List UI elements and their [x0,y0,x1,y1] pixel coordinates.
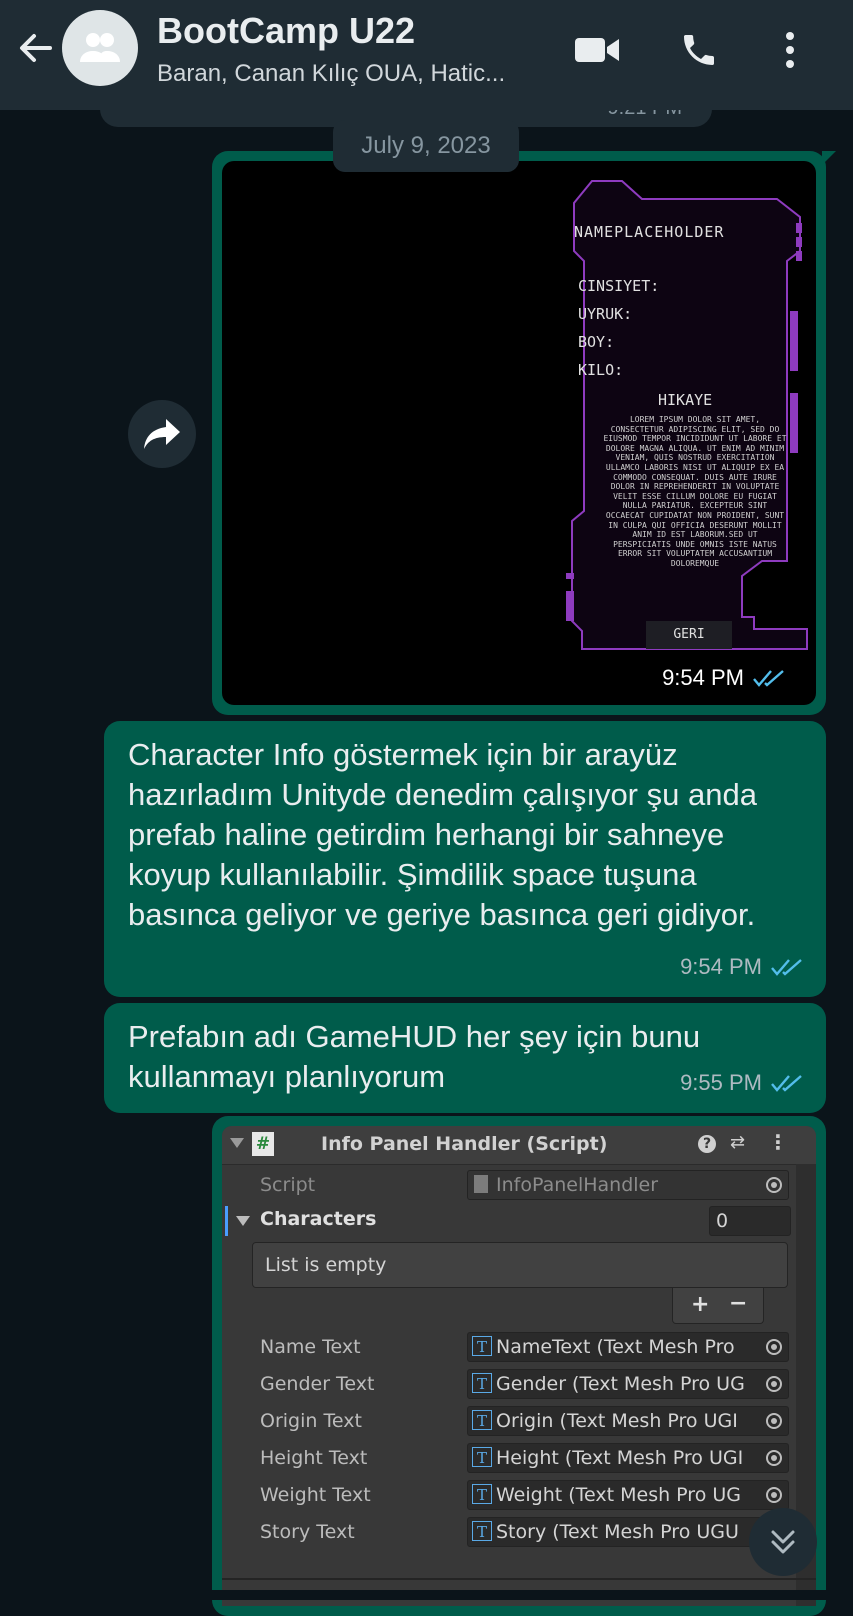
panel-field-gender: CINSIYET: [578,277,660,295]
group-avatar[interactable] [62,10,138,86]
add-element-icon: + [691,1292,710,1317]
origin-text-field: T Origin (Text Mesh Pro UGI [467,1406,789,1436]
group-icon [80,33,120,62]
characters-count-field: 0 [709,1206,791,1236]
message-meta: 9:54 PM [662,665,786,691]
list-add-remove: + − [672,1288,764,1324]
double-chevron-down-icon [771,1530,795,1554]
preset-icon: ⇄ [730,1132,746,1153]
focus-indicator [225,1206,228,1236]
weight-text-field: T Weight (Text Mesh Pro UG [467,1480,789,1510]
image-message[interactable]: # Info Panel Handler (Script) ? ⇄ ⋮ Scri… [212,1116,826,1616]
list-box: List is empty [252,1242,788,1288]
component-menu-icon: ⋮ [768,1130,788,1154]
characters-count: 0 [716,1210,729,1232]
object-picker-icon [766,1339,782,1355]
message-time: 9:54 PM [680,954,762,979]
list-empty-text: List is empty [265,1254,387,1276]
height-text-label: Height Text [260,1447,368,1469]
tmp-text-icon: T [472,1484,492,1504]
name-text-field: T NameText (Text Mesh Pro [467,1332,789,1362]
read-receipt-icon [771,959,802,976]
chat-title[interactable]: BootCamp U22 [157,10,415,52]
panel-name: NAMEPLACEHOLDER [574,223,725,241]
read-receipt-icon [771,1075,802,1092]
remove-element-icon: − [729,1291,748,1316]
chat-participants[interactable]: Baran, Canan Kılıç OUA, Hatic... [157,60,505,88]
name-text-label: Name Text [260,1336,361,1358]
tmp-text-icon: T [472,1521,492,1541]
field-value: NameText (Text Mesh Pro [496,1336,735,1358]
bubble-tail [822,151,836,165]
more-options-icon[interactable] [766,26,814,74]
story-text-field: T Story (Text Mesh Pro UGU [467,1517,789,1547]
origin-text-label: Origin Text [260,1410,362,1432]
back-arrow-icon[interactable] [14,26,58,70]
text-message[interactable]: Prefabın adı GameHUD her şey için bunu k… [104,1003,826,1113]
panel-field-height: BOY: [578,333,615,351]
object-picker-icon [766,1487,782,1503]
characters-label: Characters [260,1208,377,1230]
script-file-icon [474,1175,488,1193]
chat-header: BootCamp U22 Baran, Canan Kılıç OUA, Hat… [0,0,853,110]
field-value: Gender (Text Mesh Pro UG [496,1373,745,1395]
message-text: Character Info göstermek için bir arayüz… [128,737,757,932]
field-value: Height (Text Mesh Pro UGI [496,1447,744,1469]
panel-field-weight: KILO: [578,361,624,379]
image-content[interactable]: NAMEPLACEHOLDER CINSIYET: UYRUK: BOY: KI… [222,161,816,705]
date-separator: July 9, 2023 [333,120,519,172]
field-value: Weight (Text Mesh Pro UG [496,1484,741,1506]
height-text-field: T Height (Text Mesh Pro UGI [467,1443,789,1473]
scroll-to-bottom-button[interactable] [749,1508,817,1576]
tmp-text-icon: T [472,1447,492,1467]
script-value: InfoPanelHandler [496,1174,659,1196]
tmp-text-icon: T [472,1336,492,1356]
collapse-triangle-icon [230,1138,244,1148]
gender-text-field: T Gender (Text Mesh Pro UG [467,1369,789,1399]
tmp-text-icon: T [472,1373,492,1393]
script-label: Script [260,1174,316,1196]
unity-inspector-screenshot[interactable]: # Info Panel Handler (Script) ? ⇄ ⋮ Scri… [222,1126,816,1606]
story-text-label: Story Text [260,1521,355,1543]
panel-story-text: LOREM IPSUM DOLOR SIT AMET, CONSECTETUR … [603,415,787,568]
message-time: 9:55 PM [680,1070,762,1095]
tmp-text-icon: T [472,1410,492,1430]
object-picker-icon [766,1450,782,1466]
bottom-edge [0,1590,853,1600]
csharp-script-icon: # [252,1132,274,1156]
message-time: 9:54 PM [662,665,744,690]
image-message[interactable]: NAMEPLACEHOLDER CINSIYET: UYRUK: BOY: KI… [212,151,836,715]
object-picker-icon [766,1413,782,1429]
panel-story-title: HIKAYE [658,391,713,409]
panel-field-origin: UYRUK: [578,305,633,323]
object-picker-icon [766,1177,782,1193]
forward-icon[interactable] [128,400,196,468]
script-field: InfoPanelHandler [467,1170,789,1200]
component-title: Info Panel Handler (Script) [321,1133,608,1155]
component-header: # Info Panel Handler (Script) ? ⇄ ⋮ [222,1126,816,1165]
text-message[interactable]: Character Info göstermek için bir arayüz… [104,721,826,997]
field-value: Story (Text Mesh Pro UGU [496,1521,739,1543]
video-call-icon[interactable] [573,26,621,74]
message-meta: 9:54 PM [680,947,804,987]
field-value: Origin (Text Mesh Pro UGI [496,1410,738,1432]
read-receipt-icon [753,670,784,687]
expand-triangle-icon [236,1216,250,1226]
message-meta: 9:55 PM [680,1063,804,1103]
gender-text-label: Gender Text [260,1373,375,1395]
panel-back-button: GERI [673,627,705,642]
divider [222,1578,816,1580]
help-icon: ? [698,1135,716,1153]
voice-call-icon[interactable] [675,26,723,74]
weight-text-label: Weight Text [260,1484,371,1506]
object-picker-icon [766,1376,782,1392]
